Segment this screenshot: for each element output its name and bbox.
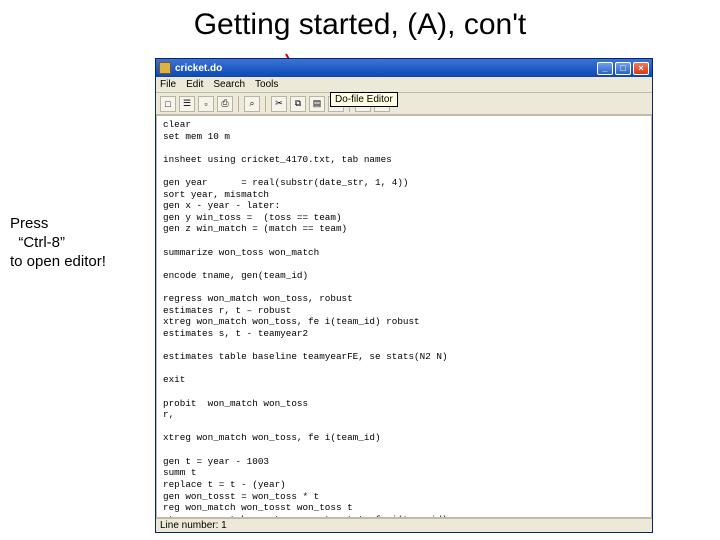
window-controls: _ □ × (597, 62, 649, 75)
editor-window: cricket.do _ □ × File Edit Search Tools … (155, 58, 653, 533)
window-title: cricket.do (175, 63, 597, 74)
open-icon[interactable]: ☰ (179, 96, 195, 112)
find-icon[interactable]: ⌕ (244, 96, 260, 112)
side-note-line3: to open editor! (10, 253, 106, 272)
close-button[interactable]: × (633, 62, 649, 75)
app-icon (159, 62, 171, 74)
statusbar: Line number: 1 (156, 518, 652, 532)
maximize-button[interactable]: □ (615, 62, 631, 75)
minimize-button[interactable]: _ (597, 62, 613, 75)
menu-tools[interactable]: Tools (255, 79, 278, 90)
tooltip: Do-file Editor (330, 92, 398, 107)
menubar: File Edit Search Tools (156, 77, 652, 93)
new-icon[interactable]: □ (160, 96, 176, 112)
titlebar: cricket.do _ □ × (156, 59, 652, 77)
toolbar-separator (238, 96, 239, 112)
code-editor[interactable]: clear set mem 10 m insheet using cricket… (156, 115, 652, 518)
save-icon[interactable]: ▫ (198, 96, 214, 112)
print-icon[interactable]: ⎙ (217, 96, 233, 112)
side-note-line1: Press (10, 215, 106, 234)
slide-title: Getting started, (A), con't (0, 8, 720, 42)
side-note-line2: “Ctrl-8” (10, 234, 106, 253)
cut-icon[interactable]: ✂ (271, 96, 287, 112)
toolbar: □ ☰ ▫ ⎙ ⌕ ✂ ⧉ ▤ ↶ ▶ ▷ (156, 93, 652, 115)
menu-search[interactable]: Search (213, 79, 245, 90)
menu-edit[interactable]: Edit (186, 79, 203, 90)
toolbar-separator (265, 96, 266, 112)
copy-icon[interactable]: ⧉ (290, 96, 306, 112)
menu-file[interactable]: File (160, 79, 176, 90)
paste-icon[interactable]: ▤ (309, 96, 325, 112)
side-note: Press “Ctrl-8” to open editor! (10, 215, 106, 271)
